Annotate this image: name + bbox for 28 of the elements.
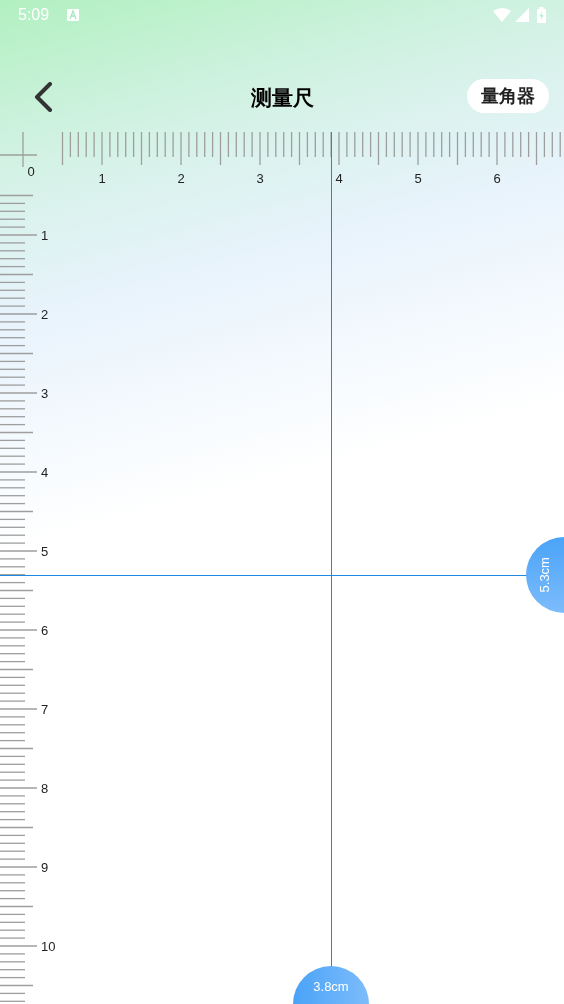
ruler-number: 7 — [41, 702, 49, 717]
wifi-icon — [493, 8, 511, 22]
signal-icon — [515, 8, 529, 22]
ruler-number: 2 — [41, 307, 49, 322]
ruler-number: 0 — [27, 164, 35, 179]
notification-icon — [67, 9, 80, 21]
ruler-number: 6 — [41, 623, 49, 638]
ruler-number: 3 — [41, 386, 49, 401]
origin-cross-drawing — [0, 131, 38, 168]
battery-icon — [537, 7, 546, 23]
status-time: 5:09 — [18, 5, 50, 25]
ruler-number: 10 — [41, 939, 56, 954]
ruler-number: 1 — [98, 171, 106, 186]
ruler-number: 2 — [177, 171, 185, 186]
ruler-number: 1 — [41, 228, 49, 243]
ruler-number: 3 — [256, 171, 264, 186]
ruler-number: 4 — [335, 171, 343, 186]
ruler-number: 4 — [41, 465, 49, 480]
ruler-number: 6 — [493, 171, 501, 186]
y-measure-handle[interactable]: 5.3cm — [526, 537, 564, 613]
back-icon[interactable] — [33, 82, 53, 112]
ruler-number: 5 — [414, 171, 422, 186]
ruler-number: 9 — [41, 860, 49, 875]
protractor-button[interactable]: 量角器 — [467, 79, 549, 113]
ruler-number: 8 — [41, 781, 49, 796]
x-measure-handle[interactable]: 3.8cm — [293, 966, 369, 1004]
ruler-number: 5 — [41, 544, 49, 559]
page-title: 测量尺 — [250, 85, 314, 111]
